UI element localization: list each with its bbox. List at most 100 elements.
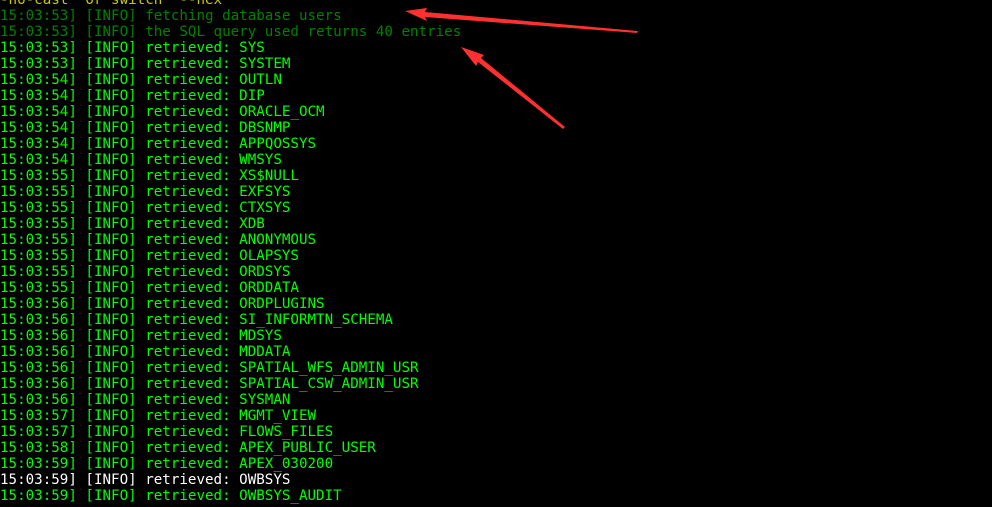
log-level: [INFO] <box>85 168 137 184</box>
log-level: [INFO] <box>85 72 137 88</box>
log-level: [INFO] <box>85 248 137 264</box>
log-level: [INFO] <box>85 216 137 232</box>
log-timestamp: 15:03:54] <box>0 104 77 120</box>
log-timestamp: 15:03:55] <box>0 280 77 296</box>
log-message: retrieved: WMSYS <box>145 152 282 168</box>
log-level: [INFO] <box>85 200 137 216</box>
log-message: retrieved: APEX_PUBLIC_USER <box>145 440 376 456</box>
log-level: [INFO] <box>85 440 137 456</box>
log-timestamp: 15:03:55] <box>0 248 77 264</box>
log-message: retrieved: ORDDATA <box>145 280 299 296</box>
log-level: [INFO] <box>85 280 137 296</box>
log-timestamp: 15:03:58] <box>0 440 77 456</box>
log-line: 15:03:53] [INFO] the SQL query used retu… <box>0 24 992 40</box>
log-line: 15:03:54] [INFO] retrieved: WMSYS <box>0 152 992 168</box>
log-level: [INFO] <box>85 344 137 360</box>
log-message: retrieved: EXFSYS <box>145 184 291 200</box>
log-timestamp: 15:03:56] <box>0 360 77 376</box>
log-level: [INFO] <box>85 472 137 488</box>
log-timestamp: 15:03:56] <box>0 312 77 328</box>
log-line: 15:03:54] [INFO] retrieved: OUTLN <box>0 72 992 88</box>
log-line: 15:03:54] [INFO] retrieved: ORACLE_OCM <box>0 104 992 120</box>
log-message: retrieved: DBSNMP <box>145 120 291 136</box>
log-timestamp: 15:03:56] <box>0 376 77 392</box>
log-level: [INFO] <box>85 8 137 24</box>
log-message: the SQL query used returns 40 entries <box>145 24 462 40</box>
log-timestamp: 15:03:59] <box>0 488 77 504</box>
log-level: [INFO] <box>85 312 137 328</box>
log-level: [INFO] <box>85 136 137 152</box>
terminal-header-line: -no-cast or switch --hex <box>0 0 223 8</box>
log-timestamp: 15:03:56] <box>0 392 77 408</box>
log-line: 15:03:56] [INFO] retrieved: SPATIAL_WFS_… <box>0 360 992 376</box>
log-level: [INFO] <box>85 40 137 56</box>
log-timestamp: 15:03:56] <box>0 328 77 344</box>
log-message: fetching database users <box>145 8 342 24</box>
log-timestamp: 15:03:59] <box>0 472 77 488</box>
log-timestamp: 15:03:53] <box>0 24 77 40</box>
log-line: 15:03:59] [INFO] retrieved: APEX_030200 <box>0 456 992 472</box>
log-line: 15:03:54] [INFO] retrieved: DBSNMP <box>0 120 992 136</box>
log-level: [INFO] <box>85 296 137 312</box>
log-level: [INFO] <box>85 376 137 392</box>
log-message: retrieved: MDDATA <box>145 344 291 360</box>
log-message: retrieved: MGMT_VIEW <box>145 408 317 424</box>
log-timestamp: 15:03:54] <box>0 88 77 104</box>
log-timestamp: 15:03:53] <box>0 40 77 56</box>
log-line: 15:03:54] [INFO] retrieved: DIP <box>0 88 992 104</box>
log-timestamp: 15:03:54] <box>0 152 77 168</box>
log-message: retrieved: DIP <box>145 88 265 104</box>
log-timestamp: 15:03:57] <box>0 408 77 424</box>
log-timestamp: 15:03:53] <box>0 8 77 24</box>
log-level: [INFO] <box>85 104 137 120</box>
log-line: 15:03:54] [INFO] retrieved: APPQOSSYS <box>0 136 992 152</box>
log-message: retrieved: SPATIAL_CSW_ADMIN_USR <box>145 376 419 392</box>
log-level: [INFO] <box>85 424 137 440</box>
log-message: retrieved: SPATIAL_WFS_ADMIN_USR <box>145 360 419 376</box>
log-line: 15:03:58] [INFO] retrieved: APEX_PUBLIC_… <box>0 440 992 456</box>
log-line: 15:03:55] [INFO] retrieved: XDB <box>0 216 992 232</box>
log-line: 15:03:55] [INFO] retrieved: ORDSYS <box>0 264 992 280</box>
log-timestamp: 15:03:55] <box>0 216 77 232</box>
log-message: retrieved: SYSMAN <box>145 392 291 408</box>
log-line: 15:03:55] [INFO] retrieved: ORDDATA <box>0 280 992 296</box>
log-message: retrieved: SYS <box>145 40 265 56</box>
log-message: retrieved: OUTLN <box>145 72 282 88</box>
log-message: retrieved: APEX_030200 <box>145 456 334 472</box>
log-line: 15:03:55] [INFO] retrieved: ANONYMOUS <box>0 232 992 248</box>
log-level: [INFO] <box>85 120 137 136</box>
log-message: retrieved: CTXSYS <box>145 200 291 216</box>
log-timestamp: 15:03:59] <box>0 456 77 472</box>
log-level: [INFO] <box>85 264 137 280</box>
log-line: 15:03:59] [INFO] retrieved: OWBSYS <box>0 472 992 488</box>
log-line: 15:03:55] [INFO] retrieved: EXFSYS <box>0 184 992 200</box>
log-level: [INFO] <box>85 408 137 424</box>
log-timestamp: 15:03:54] <box>0 120 77 136</box>
log-timestamp: 15:03:56] <box>0 344 77 360</box>
log-level: [INFO] <box>85 56 137 72</box>
log-timestamp: 15:03:55] <box>0 200 77 216</box>
log-message: retrieved: ANONYMOUS <box>145 232 317 248</box>
log-line: 15:03:55] [INFO] retrieved: OLAPSYS <box>0 248 992 264</box>
log-timestamp: 15:03:55] <box>0 168 77 184</box>
log-level: [INFO] <box>85 88 137 104</box>
log-message: retrieved: OWBSYS_AUDIT <box>145 488 342 504</box>
log-message: retrieved: SI_INFORMTN_SCHEMA <box>145 312 393 328</box>
log-line: 15:03:56] [INFO] retrieved: ORDPLUGINS <box>0 296 992 312</box>
log-level: [INFO] <box>85 360 137 376</box>
log-message: retrieved: XS$NULL <box>145 168 299 184</box>
log-timestamp: 15:03:53] <box>0 56 77 72</box>
log-line: 15:03:59] [INFO] retrieved: OWBSYS_AUDIT <box>0 488 992 504</box>
log-level: [INFO] <box>85 152 137 168</box>
log-line: 15:03:57] [INFO] retrieved: MGMT_VIEW <box>0 408 992 424</box>
log-line: 15:03:56] [INFO] retrieved: MDDATA <box>0 344 992 360</box>
log-message: retrieved: ORDSYS <box>145 264 291 280</box>
log-timestamp: 15:03:55] <box>0 232 77 248</box>
log-line: 15:03:56] [INFO] retrieved: SYSMAN <box>0 392 992 408</box>
log-timestamp: 15:03:55] <box>0 264 77 280</box>
log-line: 15:03:57] [INFO] retrieved: FLOWS_FILES <box>0 424 992 440</box>
log-level: [INFO] <box>85 24 137 40</box>
log-line: 15:03:53] [INFO] retrieved: SYS <box>0 40 992 56</box>
log-line: 15:03:56] [INFO] retrieved: SI_INFORMTN_… <box>0 312 992 328</box>
log-message: retrieved: ORACLE_OCM <box>145 104 325 120</box>
